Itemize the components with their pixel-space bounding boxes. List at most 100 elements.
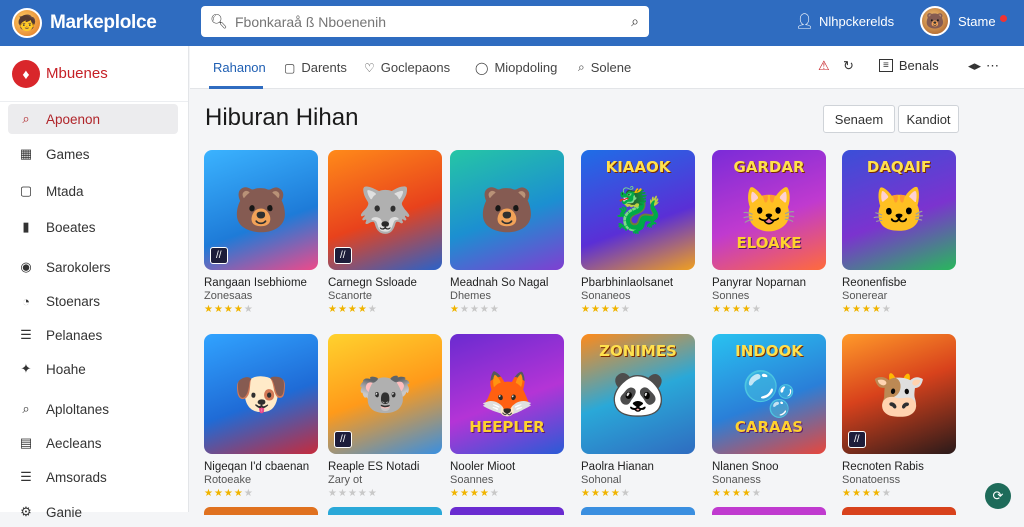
sidebar-item[interactable]: ⌕ Apoenon — [8, 104, 178, 134]
brand-logo-icon: 🧒 — [12, 8, 42, 38]
sidebar-header[interactable]: ♦ Mbuenes — [0, 46, 188, 102]
app-card-peek[interactable] — [842, 507, 956, 515]
app-developer: Sonerear — [842, 290, 888, 302]
app-character-icon: 🐺 — [357, 186, 413, 235]
filter-button[interactable]: ≡ Benals — [879, 58, 939, 73]
app-card[interactable]: 🐺 // Carnegn Ssloade Scanorte ★★★★★ — [328, 150, 444, 315]
app-card[interactable]: 🫧 INDOOK CARAAS Nlanen Snoo Sonaness ★★★★★ — [712, 334, 828, 499]
app-thumbnail[interactable]: 🐼 ZONIMES — [581, 334, 695, 454]
app-thumbnail[interactable]: 😺 GARDAR ELOAKE — [712, 150, 826, 270]
app-card[interactable]: 🐨 // Reaple ES Notadi Zary ot ★★★★★ — [328, 334, 444, 499]
sidebar-item-label: Hoahe — [46, 361, 86, 377]
tab[interactable]: ♡ Goclepaons — [364, 60, 450, 75]
filter-icon: ≡ — [879, 59, 893, 72]
sidebar-item[interactable]: ▦ Games — [8, 139, 178, 169]
app-card[interactable]: 🐻 // Rangaan Isebhiome Zonesaas ★★★★★ — [204, 150, 320, 315]
sidebar-item[interactable]: ▤ Aecleans — [8, 428, 178, 458]
app-character-icon: 🐼 — [610, 370, 666, 419]
search-icon: ⌕ — [578, 60, 585, 74]
app-thumbnail[interactable]: 🐺 // — [328, 150, 442, 270]
app-thumbnail[interactable]: 🦊 HEEPLER — [450, 334, 564, 454]
app-thumbnail[interactable]: 🐱 DAQAIF — [842, 150, 956, 270]
app-developer: Sonaness — [712, 474, 761, 486]
app-thumbnail[interactable]: 🐶 — [204, 334, 318, 454]
app-rating: ★★★★★ — [581, 488, 631, 499]
app-badge: // — [334, 431, 352, 448]
sidebar-item[interactable]: ⌕ Aploltanes — [8, 394, 178, 424]
search-icon: 🔍︎ — [210, 13, 228, 29]
notification-dot — [999, 14, 1007, 22]
app-card[interactable]: 🐱 DAQAIF Reonenfisbe Sonerear ★★★★★ — [842, 150, 958, 315]
app-card[interactable]: 😺 GARDAR ELOAKE Panyrar Noparnan Sonnes ★★★★★ — [712, 150, 828, 315]
sidebar-item[interactable]: ◔ Stoenars — [8, 286, 178, 316]
app-title: Rangaan Isebhiome — [204, 277, 307, 289]
app-thumbnail[interactable]: 🐨 // — [328, 334, 442, 454]
app-thumbnail[interactable]: 🐉 KIAAOK — [581, 150, 695, 270]
list-icon: ☰ — [20, 469, 32, 484]
app-developer: Sonaneos — [581, 290, 631, 302]
app-card[interactable]: 🐉 KIAAOK Pbarbhinlaolsanet Sonaneos ★★★★★ — [581, 150, 697, 315]
search-icon: ⌕ — [22, 111, 30, 126]
sidebar-item-label: Aecleans — [46, 435, 102, 451]
app-title: Nlanen Snoo — [712, 461, 779, 473]
profile-menu[interactable]: 🐻 Stame — [920, 6, 1007, 36]
app-title: Recnoten Rabis — [842, 461, 924, 473]
search-bar[interactable]: 🔍︎ ⌕ — [201, 6, 649, 37]
app-card[interactable]: 🐶 Nigeqan I'd cbaenan Rotoeake ★★★★★ — [204, 334, 320, 499]
app-card[interactable]: 🦊 HEEPLER Nooler Mioot Soannes ★★★★★ — [450, 334, 566, 499]
app-character-icon: 🫧 — [741, 370, 797, 419]
app-card[interactable]: 🐼 ZONIMES Paolra Hianan Sohonal ★★★★★ — [581, 334, 697, 499]
app-logo-subtext: CARAAS — [734, 418, 804, 436]
app-card-peek[interactable] — [204, 507, 318, 515]
app-thumbnail[interactable]: 🐻 — [450, 150, 564, 270]
top-user-menu[interactable]: 👤︎ Nlhpckerelds — [795, 12, 894, 30]
app-character-icon: 🐻 — [479, 186, 535, 235]
app-rating: ★★★★★ — [712, 488, 762, 499]
alert-icon[interactable]: ⚠︎ — [818, 58, 830, 74]
store-icon: ♦ — [12, 59, 40, 88]
app-developer: Sohonal — [581, 474, 622, 486]
app-card-peek[interactable] — [328, 507, 442, 515]
more-options-icon[interactable]: ⋯ — [986, 58, 999, 74]
view-toggle-icon[interactable]: ◂▸ — [968, 58, 981, 74]
search-input[interactable] — [235, 13, 632, 30]
app-developer: Sonatoenss — [842, 474, 901, 486]
app-thumbnail[interactable]: 🫧 INDOOK CARAAS — [712, 334, 826, 454]
brand[interactable]: 🧒 Markeplolce — [12, 8, 202, 38]
app-card[interactable]: 🐻 Meadnah So Nagal Dhemes ★★★★★ — [450, 150, 566, 315]
chat-fab-button[interactable]: ⟳ — [985, 483, 1011, 509]
app-developer: Zonesaas — [204, 290, 253, 302]
secondary-button[interactable]: Kandiot — [898, 105, 959, 133]
tab[interactable]: ▢ Darents — [284, 60, 347, 75]
refresh-icon[interactable]: ↻ — [843, 58, 854, 74]
tab[interactable]: Rahanon — [213, 60, 266, 75]
bell-icon: ◔ — [22, 293, 30, 309]
tab[interactable]: ⌕ Solene — [578, 60, 631, 75]
sidebar-item[interactable]: ⚙ Ganie — [8, 497, 178, 527]
app-thumbnail[interactable]: 🐻 // — [204, 150, 318, 270]
primary-button[interactable]: Senaem — [823, 105, 895, 133]
sidebar-item[interactable]: ▢ Mtada — [8, 176, 178, 206]
app-logo-text: DAQAIF — [866, 158, 932, 176]
app-character-icon: 🐻 — [233, 186, 289, 235]
app-card-peek[interactable] — [581, 507, 695, 515]
top-user-label: Nlhpckerelds — [819, 13, 895, 29]
user-icon: 👤︎ — [795, 13, 815, 30]
sidebar-item[interactable]: ☰ Pelanaes — [8, 320, 178, 350]
app-title: Nooler Mioot — [450, 461, 516, 473]
app-thumbnail[interactable]: 🐮 // — [842, 334, 956, 454]
app-card-peek[interactable] — [712, 507, 826, 515]
app-card[interactable]: 🐮 // Recnoten Rabis Sonatoenss ★★★★★ — [842, 334, 958, 499]
sidebar-item-label: Stoenars — [46, 293, 101, 309]
sidebar-item[interactable]: ✦ Hoahe — [8, 354, 178, 384]
app-card-peek[interactable] — [450, 507, 564, 515]
voice-search-icon[interactable]: ⌕ — [631, 13, 639, 30]
app-developer: Rotoeake — [204, 474, 252, 486]
sidebar-item[interactable]: ◉ Sarokolers — [8, 252, 178, 282]
sidebar-item[interactable]: ▮ Boeates — [8, 212, 178, 242]
tab[interactable]: ◯ Miopdoling — [475, 60, 557, 75]
sidebar-item-label: Ganie — [46, 504, 83, 520]
app-logo-text: KIAAOK — [605, 158, 671, 176]
circle-icon: ◯ — [475, 60, 489, 75]
sidebar-item[interactable]: ☰ Amsorads — [8, 462, 178, 492]
